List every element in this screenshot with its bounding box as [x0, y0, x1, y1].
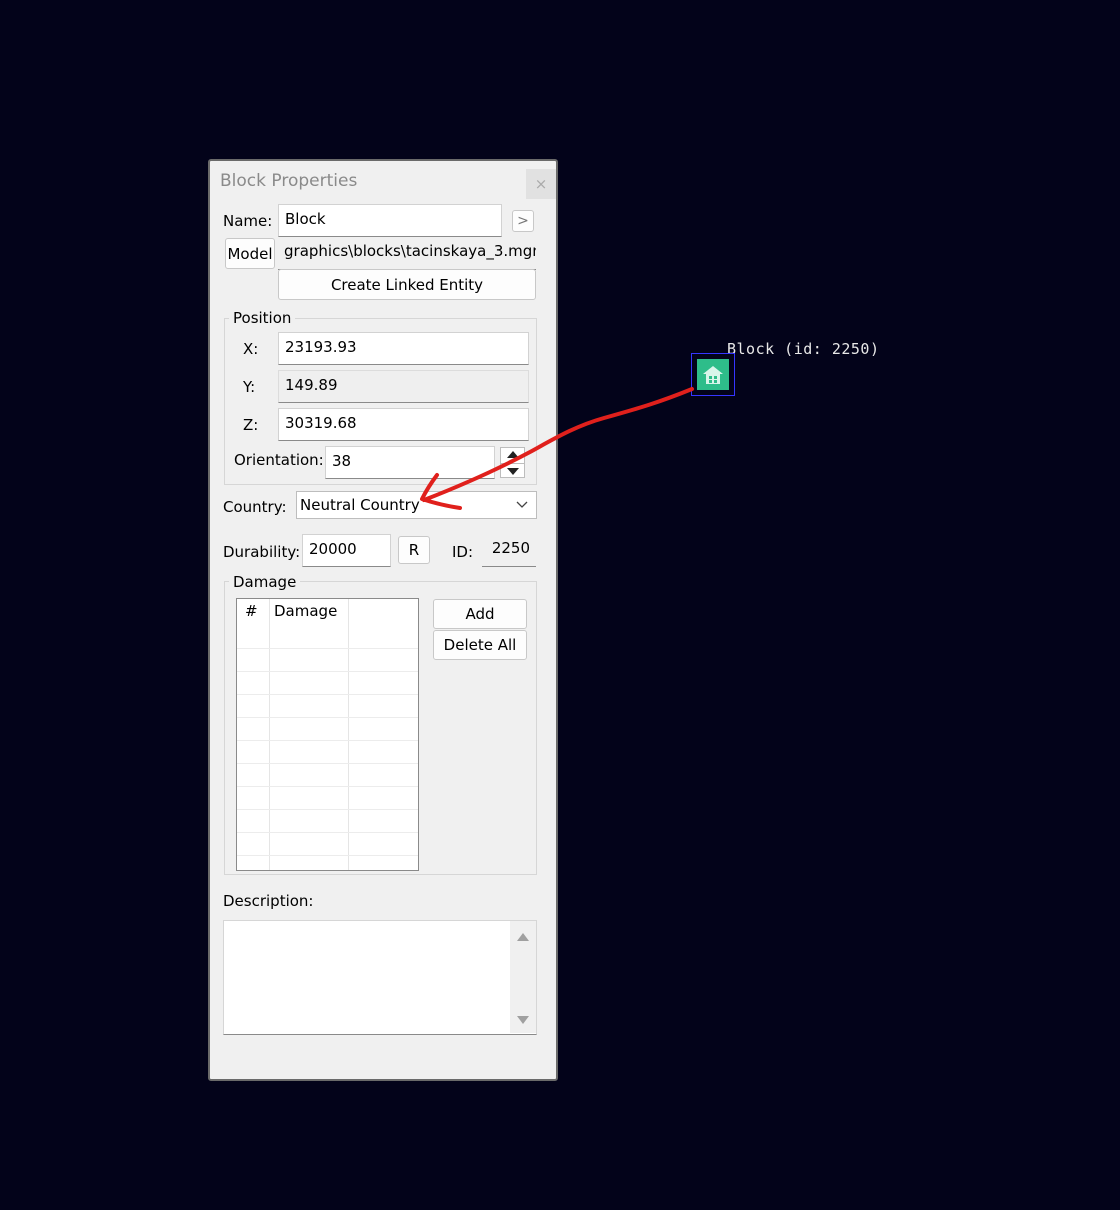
arrow-stroke	[422, 387, 694, 502]
annotation-arrow	[420, 387, 694, 510]
